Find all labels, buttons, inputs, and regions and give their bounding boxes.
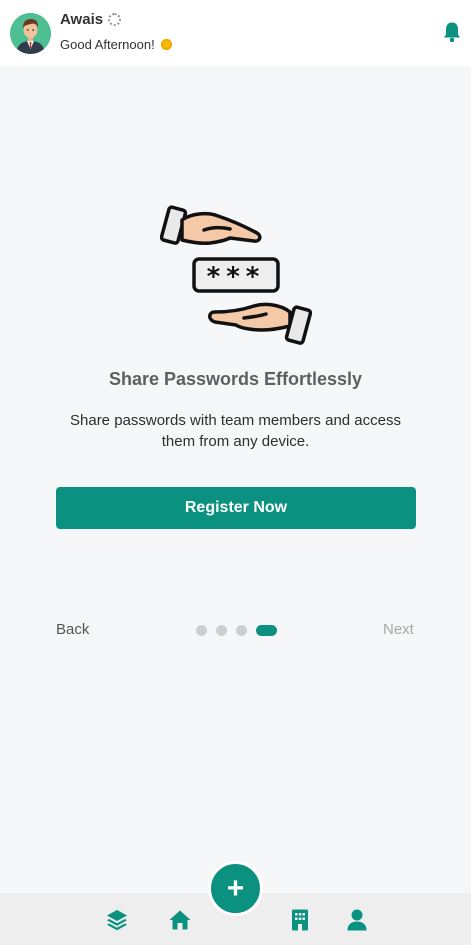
page-dot-1[interactable] (196, 625, 207, 636)
app-header: Awais Good Afternoon! (0, 0, 471, 66)
loading-spinner-icon (108, 13, 122, 26)
share-password-illustration: *** (160, 205, 312, 345)
register-now-button[interactable]: Register Now (56, 487, 416, 529)
add-button[interactable]: + (208, 861, 263, 916)
user-icon[interactable] (345, 908, 369, 932)
password-field-graphic: *** (192, 257, 280, 293)
user-name: Awais (60, 11, 104, 28)
sun-icon (159, 38, 173, 51)
layers-icon[interactable] (105, 908, 129, 932)
user-name-row: Awais (60, 11, 122, 28)
home-icon[interactable] (168, 908, 192, 932)
page-dot-3[interactable] (236, 625, 247, 636)
greeting-row: Good Afternoon! (60, 37, 173, 52)
plus-icon: + (226, 871, 245, 905)
avatar[interactable] (10, 13, 51, 54)
bell-icon[interactable] (442, 21, 462, 43)
onboarding-description: Share passwords with team members and ac… (70, 412, 401, 450)
building-icon[interactable] (288, 908, 312, 932)
password-mask: *** (207, 262, 266, 292)
page-dot-2[interactable] (216, 625, 227, 636)
page-dot-4[interactable] (256, 625, 277, 636)
next-button[interactable]: Next (383, 621, 414, 638)
back-button[interactable]: Back (56, 621, 89, 638)
onboarding-title: Share Passwords Effortlessly (108, 369, 363, 389)
avatar-image (10, 13, 51, 54)
greeting-text: Good Afternoon! (60, 37, 155, 52)
